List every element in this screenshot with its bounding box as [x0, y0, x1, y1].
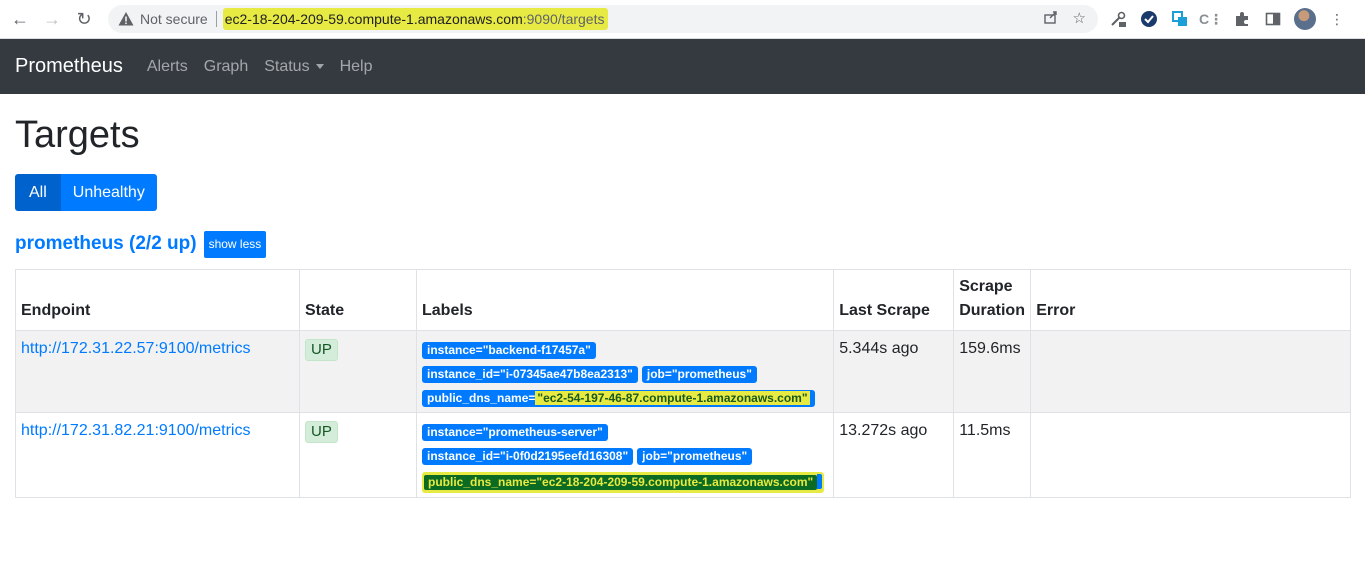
endpoint-cell: http://172.31.82.21:9100/metrics [15, 412, 300, 498]
col-scrape-duration: Scrape Duration [953, 269, 1032, 331]
address-bar[interactable]: Not secure ec2-18-204-209-59.compute-1.a… [108, 5, 1098, 33]
profile-avatar[interactable] [1294, 8, 1316, 30]
share-icon[interactable] [1043, 9, 1059, 29]
label-badge: instance="prometheus-server" [422, 424, 608, 441]
label-badge: job="prometheus" [641, 366, 757, 383]
filter-all-button[interactable]: All [15, 174, 61, 211]
browser-menu-icon[interactable]: ⋮ [1327, 9, 1347, 29]
extension-sync-icon[interactable] [1170, 9, 1190, 29]
state-badge: UP [305, 421, 338, 443]
caret-down-icon [315, 63, 324, 69]
url-text[interactable]: ec2-18-204-209-59.compute-1.amazonaws.co… [222, 8, 609, 30]
last-scrape-cell: 5.344s ago [833, 330, 955, 413]
nav-link-alerts[interactable]: Alerts [147, 58, 188, 76]
label-badge-edge [817, 474, 823, 489]
url-path: :9090/targets [522, 11, 605, 27]
error-cell [1030, 330, 1351, 413]
extension-check-icon[interactable] [1139, 9, 1159, 29]
col-labels: Labels [415, 269, 835, 331]
label-badge: instance_id="i-07345ae47b8ea2313" [422, 366, 638, 383]
col-scrape-duration-line2: Duration [959, 302, 1025, 319]
browser-toolbar: ← → ↻ Not secure ec2-18-204-209-59.compu… [0, 0, 1365, 39]
label-badge: job="prometheus" [637, 448, 753, 465]
nav-link-graph[interactable]: Graph [204, 58, 248, 76]
col-error: Error [1030, 269, 1351, 331]
labels-cell: instance="backend-f17457a" instance_id="… [415, 330, 835, 413]
label-badge: instance="backend-f17457a" [422, 342, 596, 359]
endpoint-link[interactable]: http://172.31.82.21:9100/metrics [21, 422, 250, 439]
bookmark-star-icon[interactable]: ☆ [1073, 9, 1086, 29]
col-last-scrape: Last Scrape [833, 269, 955, 331]
navbar-brand[interactable]: Prometheus [15, 55, 123, 78]
endpoint-cell: http://172.31.22.57:9100/metrics [15, 330, 300, 413]
table-row: http://172.31.22.57:9100/metrics UP inst… [15, 330, 1351, 413]
scrape-duration-cell: 159.6ms [953, 330, 1032, 413]
nav-dropdown-status[interactable]: Status [264, 57, 324, 76]
last-scrape-cell: 13.272s ago [833, 412, 955, 498]
pool-header: prometheus (2/2 up) show less [15, 229, 1350, 259]
side-panel-icon[interactable] [1263, 9, 1283, 29]
warning-icon[interactable] [118, 11, 134, 27]
label-badge: instance_id="i-0f0d2195eefd16308" [422, 448, 634, 465]
extensions-puzzle-icon[interactable] [1232, 9, 1252, 29]
nav-link-status: Status [264, 57, 310, 75]
page-title: Targets [15, 114, 140, 156]
endpoint-link[interactable]: http://172.31.22.57:9100/metrics [21, 340, 250, 357]
scrape-duration-cell: 11.5ms [953, 412, 1032, 498]
label-badge-dns-highlighted: public_dns_name="ec2-18-204-209-59.compu… [422, 472, 825, 493]
not-secure-label[interactable]: Not secure [140, 11, 208, 27]
nav-link-help[interactable]: Help [340, 58, 373, 76]
table-row: http://172.31.82.21:9100/metrics UP inst… [15, 412, 1351, 498]
label-text-highlighted: public_dns_name="ec2-18-204-209-59.compu… [424, 475, 818, 490]
state-badge: UP [305, 339, 338, 361]
col-endpoint: Endpoint [15, 269, 300, 331]
show-less-button[interactable]: show less [203, 230, 267, 258]
label-key: public_dns_name= [427, 391, 536, 405]
address-separator [215, 11, 217, 27]
main-content: Targets All Unhealthy prometheus (2/2 up… [0, 112, 1365, 498]
prometheus-navbar: Prometheus Alerts Graph Status Help [0, 39, 1365, 94]
targets-table: Endpoint State Labels Last Scrape Scrape… [15, 269, 1351, 498]
forward-icon[interactable]: → [36, 0, 68, 38]
table-header-row: Endpoint State Labels Last Scrape Scrape… [15, 269, 1351, 331]
reload-icon[interactable]: ↻ [68, 0, 100, 38]
error-cell [1030, 412, 1351, 498]
label-value-highlighted: "ec2-54-197-46-87.compute-1.amazonaws.co… [535, 391, 810, 405]
label-badge-dns: public_dns_name= "ec2-54-197-46-87.comput… [422, 390, 815, 407]
url-host: ec2-18-204-209-59.compute-1.amazonaws.co… [224, 11, 523, 27]
col-scrape-duration-line1: Scrape [959, 278, 1013, 295]
pool-name-link[interactable]: prometheus (2/2 up) [15, 233, 197, 255]
filter-button-group: All Unhealthy [15, 174, 1350, 211]
col-state: State [299, 269, 417, 331]
state-cell: UP [299, 412, 417, 498]
extension-c-icon[interactable]: C⋮ [1199, 9, 1223, 29]
extension-tool-icon[interactable] [1108, 9, 1128, 29]
state-cell: UP [299, 330, 417, 413]
labels-cell: instance="prometheus-server" instance_id… [415, 412, 835, 498]
back-icon[interactable]: ← [4, 0, 36, 38]
filter-unhealthy-button[interactable]: Unhealthy [60, 174, 157, 211]
